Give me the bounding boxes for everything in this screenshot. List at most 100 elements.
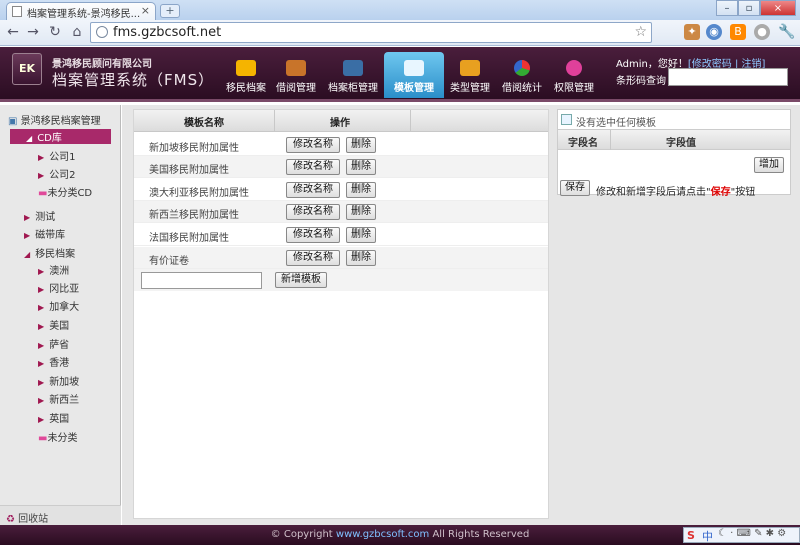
forward-icon[interactable]: → (24, 23, 42, 41)
expanded-arrow-icon: ◢ (26, 134, 33, 143)
sidebar-item-gambia[interactable]: ▶ 冈比亚 (38, 280, 79, 295)
nav-cabinet[interactable]: 档案柜管理 (323, 52, 383, 98)
logo: EK (12, 53, 42, 85)
sidebar-item-singapore[interactable]: ▶ 新加坡 (38, 373, 79, 388)
archive-icon: ▣ (8, 116, 18, 127)
fields-panel-header: 没有选中任何模板 (558, 110, 790, 130)
sidebar-item-canada[interactable]: ▶ 加拿大 (38, 298, 79, 313)
sidebar-item-uncategorized-cd[interactable]: ▬未分类CD (38, 184, 92, 199)
tab-close-icon[interactable]: × (141, 4, 150, 17)
tab-title: 档案管理系统-景鸿移民... (27, 9, 141, 20)
ime-tools-icon: ☾ · ⌨ ✎ ✱ ⚙ (718, 528, 787, 539)
back-icon[interactable]: ← (4, 23, 22, 41)
sidebar-item-uk[interactable]: ▶ 英国 (38, 410, 69, 425)
wrench-icon[interactable]: 🔧 (778, 24, 795, 40)
extension-icon[interactable]: ✦ (684, 24, 700, 40)
table-row: 有价证卷 修改名称 删除 (134, 247, 548, 269)
rename-button[interactable]: 修改名称 (286, 159, 340, 175)
rename-button[interactable]: 修改名称 (286, 250, 340, 266)
footer: © Copyright www.gzbcsoft.com All Rights … (0, 525, 800, 545)
fields-panel: 没有选中任何模板 字段名 字段值 增加 保存 修改和新增字段后请点击"保存"按钮 (557, 109, 791, 198)
sidebar-item-hongkong[interactable]: ▶ 香港 (38, 354, 69, 369)
add-template-button[interactable]: 新增模板 (275, 272, 327, 288)
new-template-input[interactable] (141, 272, 262, 289)
sidebar-item-company1[interactable]: ▶ 公司1 (38, 148, 76, 163)
sidebar-item-usa[interactable]: ▶ 美国 (38, 317, 69, 332)
new-tab-button[interactable]: + (160, 4, 180, 18)
rename-button[interactable]: 修改名称 (286, 137, 340, 153)
nav-statistics[interactable]: 借阅统计 (492, 52, 552, 98)
sidebar-item-cd[interactable]: ◢ CD库 (10, 129, 111, 144)
sidebar-root[interactable]: ▣ 景鸿移民档案管理 (8, 112, 101, 127)
delete-button[interactable]: 删除 (346, 159, 376, 175)
nav-borrowing[interactable]: 借阅管理 (266, 52, 326, 98)
system-title: 档案管理系统（FMS） (52, 71, 215, 89)
collapsed-arrow-icon: ▶ (38, 303, 45, 312)
sidebar-item-saskatchewan[interactable]: ▶ 萨省 (38, 336, 69, 351)
collapsed-arrow-icon: ▶ (38, 378, 45, 387)
sidebar-item-immigration[interactable]: ◢ 移民档案 (24, 245, 75, 260)
sidebar-item-australia[interactable]: ▶ 澳洲 (38, 262, 69, 277)
ime-logo-icon: S (687, 529, 695, 542)
barcode-search-input[interactable] (668, 68, 788, 86)
collapsed-arrow-icon: ▶ (38, 171, 45, 180)
address-bar[interactable]: fms.gzbcsoft.net ☆ (90, 22, 652, 43)
minimize-button[interactable]: – (716, 0, 738, 16)
templates-panel: 模板名称 操作 新加坡移民附加属性 修改名称 删除 美国移民附加属性 修改名称 … (133, 109, 549, 519)
recycle-bin[interactable]: ♻ 回收站 (0, 505, 121, 525)
ime-toolbar[interactable]: S 中 ☾ · ⌨ ✎ ✱ ⚙ (683, 527, 800, 543)
delete-button[interactable]: 删除 (346, 182, 376, 198)
sidebar-item-newzealand[interactable]: ▶ 新西兰 (38, 391, 79, 406)
extension-icon[interactable]: ◉ (706, 24, 722, 40)
templates-table-header: 模板名称 操作 (134, 110, 548, 132)
collapsed-arrow-icon: ▶ (24, 231, 31, 240)
extension-icon[interactable]: ● (754, 24, 770, 40)
sidebar-item-test[interactable]: ▶ 测试 (24, 208, 55, 223)
nav-templates[interactable]: 模板管理 (384, 52, 444, 98)
close-window-button[interactable]: × (760, 0, 796, 16)
rename-button[interactable]: 修改名称 (286, 227, 340, 243)
collapsed-arrow-icon: ▶ (38, 322, 45, 331)
home-icon[interactable]: ⌂ (68, 23, 86, 41)
col-operations: 操作 (330, 118, 350, 129)
browser-tab-bar: 档案管理系统-景鸿移民... × + – ▫ × (0, 0, 800, 20)
blogger-icon[interactable]: B (730, 24, 746, 40)
barcode-label: 条形码查询 (616, 76, 666, 87)
add-field-button[interactable]: 增加 (754, 157, 784, 173)
browser-toolbar: ← → ↻ ⌂ fms.gzbcsoft.net ☆ ✦ ◉ B ● 🔧 (0, 20, 800, 46)
url-text: fms.gzbcsoft.net (113, 25, 222, 40)
table-row: 新加坡移民附加属性 修改名称 删除 (134, 134, 548, 156)
nav-types[interactable]: 类型管理 (440, 52, 500, 98)
delete-button[interactable]: 删除 (346, 204, 376, 220)
page-favicon-icon (12, 6, 22, 17)
nav-permissions[interactable]: 权限管理 (544, 52, 604, 98)
globe-icon (96, 26, 108, 38)
company-name: 景鸿移民顾问有限公司 (52, 59, 152, 70)
collapsed-arrow-icon: ▶ (38, 359, 45, 368)
rename-button[interactable]: 修改名称 (286, 182, 340, 198)
briefcase-icon (286, 60, 306, 76)
fields-table-header: 字段名 字段值 (558, 130, 790, 150)
template-icon (561, 114, 572, 125)
col-field-name: 字段名 (568, 138, 598, 149)
rename-button[interactable]: 修改名称 (286, 204, 340, 220)
sidebar-item-tape[interactable]: ▶ 磁带库 (24, 226, 65, 241)
browser-tab[interactable]: 档案管理系统-景鸿移民... × (6, 2, 156, 20)
collapsed-arrow-icon: ▶ (38, 396, 45, 405)
collapsed-arrow-icon: ▶ (38, 341, 45, 350)
cabinet-icon (343, 60, 363, 76)
delete-button[interactable]: 删除 (346, 137, 376, 153)
delete-button[interactable]: 删除 (346, 250, 376, 266)
sidebar-item-company2[interactable]: ▶ 公司2 (38, 166, 76, 181)
pie-chart-icon (514, 60, 530, 76)
footer-site-link[interactable]: www.gzbcsoft.com (336, 529, 429, 540)
template-icon (404, 60, 424, 76)
new-template-row: 新增模板 (134, 269, 548, 291)
collapsed-arrow-icon: ▶ (38, 153, 45, 162)
maximize-button[interactable]: ▫ (738, 0, 760, 16)
save-button[interactable]: 保存 (560, 180, 590, 196)
delete-button[interactable]: 删除 (346, 227, 376, 243)
bookmark-star-icon[interactable]: ☆ (634, 23, 647, 42)
sidebar-item-uncategorized[interactable]: ▬未分类 (38, 429, 77, 444)
reload-icon[interactable]: ↻ (46, 23, 64, 41)
